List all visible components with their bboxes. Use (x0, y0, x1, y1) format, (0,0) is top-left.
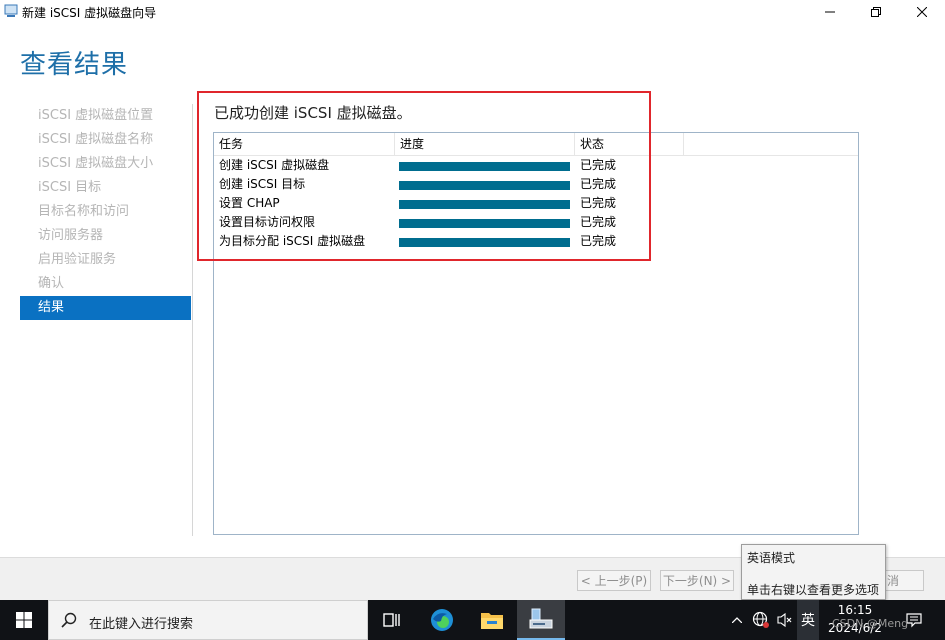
minimize-button[interactable] (807, 0, 853, 24)
volume-muted-icon[interactable] (774, 600, 796, 640)
nav-divider (192, 104, 193, 536)
taskbar-search-box[interactable]: 在此键入进行搜索 (48, 600, 368, 640)
nav-item-target-name-access: 目标名称和访问 (38, 204, 130, 219)
watermark-text: CSDN @Meng (832, 617, 909, 630)
nav-item-disk-name: iSCSI 虚拟磁盘名称 (38, 132, 154, 147)
edge-browser-icon[interactable] (418, 600, 466, 640)
nav-item-iscsi-target: iSCSI 目标 (38, 180, 102, 195)
search-icon (61, 612, 77, 631)
wizard-app-icon (4, 4, 18, 18)
tooltip-mode-text: 英语模式 (747, 551, 796, 565)
search-placeholder: 在此键入进行搜索 (89, 617, 194, 632)
nav-item-access-servers: 访问服务器 (38, 228, 104, 243)
windows-logo-icon (16, 612, 32, 628)
next-button[interactable]: 下一步(N) > (660, 570, 734, 591)
nav-item-disk-location: iSCSI 虚拟磁盘位置 (38, 108, 154, 123)
file-explorer-icon[interactable] (468, 600, 516, 640)
page-heading: 查看结果 (20, 50, 129, 80)
start-button[interactable] (0, 600, 48, 640)
nav-item-auth-service: 启用验证服务 (38, 252, 117, 267)
close-button[interactable] (899, 0, 945, 24)
wizard-nav: iSCSI 虚拟磁盘位置 iSCSI 虚拟磁盘名称 iSCSI 虚拟磁盘大小 i… (20, 104, 191, 320)
server-manager-icon[interactable] (517, 600, 565, 640)
nav-item-results[interactable]: 结果 (20, 296, 191, 320)
taskbar: 在此键入进行搜索 英 16:15 2024/6/2 (0, 600, 945, 640)
restore-button[interactable] (853, 0, 899, 24)
nav-item-disk-size: iSCSI 虚拟磁盘大小 (38, 156, 154, 171)
previous-button[interactable]: < 上一步(P) (577, 570, 651, 591)
nav-item-confirmation: 确认 (38, 276, 65, 291)
task-view-icon[interactable] (368, 600, 416, 640)
show-hidden-icons-chevron[interactable] (728, 600, 746, 640)
ime-tooltip: 英语模式 单击右键以查看更多选项 (741, 544, 886, 600)
annotation-highlight-box (197, 91, 651, 261)
title-bar: 新建 iSCSI 虚拟磁盘向导 (0, 0, 945, 24)
window-title: 新建 iSCSI 虚拟磁盘向导 (22, 6, 157, 20)
network-globe-icon[interactable] (750, 600, 772, 640)
ime-language-indicator[interactable]: 英 (797, 600, 819, 640)
clock-time: 16:15 (837, 603, 873, 617)
tooltip-hint-text: 单击右键以查看更多选项 (747, 583, 880, 597)
